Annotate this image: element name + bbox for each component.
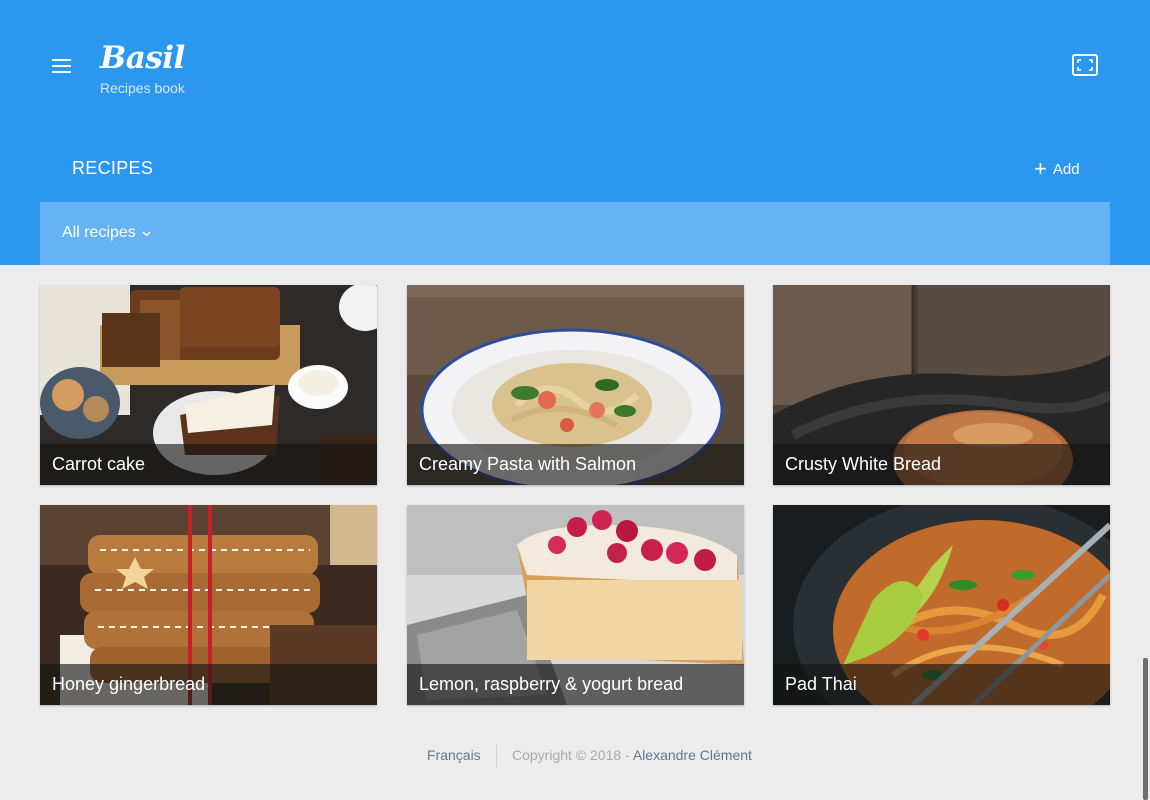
- recipe-card-creamy-pasta[interactable]: Creamy Pasta with Salmon: [407, 285, 744, 485]
- recipe-caption: Carrot cake: [40, 444, 377, 485]
- recipe-title: Pad Thai: [785, 674, 857, 694]
- recipe-card-pad-thai[interactable]: Pad Thai: [773, 505, 1110, 705]
- footer-divider: [496, 745, 497, 767]
- app-header: Basil Recipes book RECIPES + Add All rec…: [0, 0, 1150, 265]
- recipe-caption: Crusty White Bread: [773, 444, 1110, 485]
- recipe-caption: Honey gingerbread: [40, 664, 377, 705]
- plus-icon: +: [1034, 156, 1047, 181]
- recipe-caption: Lemon, raspberry & yogurt bread: [407, 664, 744, 705]
- author-link[interactable]: Alexandre Clément: [633, 747, 752, 763]
- fullscreen-icon[interactable]: [1072, 54, 1098, 76]
- recipe-card-honey-gingerbread[interactable]: Honey gingerbread: [40, 505, 377, 705]
- recipe-title: Honey gingerbread: [52, 674, 206, 694]
- page-title: RECIPES: [72, 158, 154, 178]
- add-recipe-button[interactable]: + Add: [1034, 158, 1080, 180]
- chevron-down-icon: [142, 229, 151, 240]
- filter-bar: All recipes: [40, 202, 1110, 265]
- recipe-title: Carrot cake: [52, 454, 146, 474]
- category-filter-select[interactable]: All recipes: [62, 224, 151, 242]
- recipe-card-lemon-raspberry-bread[interactable]: Lemon, raspberry & yogurt bread: [407, 505, 744, 705]
- recipe-caption: Creamy Pasta with Salmon: [407, 444, 744, 485]
- page-scrollbar[interactable]: [1143, 658, 1148, 800]
- recipe-caption: Pad Thai: [773, 664, 1110, 705]
- add-label: Add: [1052, 160, 1080, 178]
- page-footer: Français Copyright © 2018 - Alexandre Cl…: [0, 745, 1150, 767]
- copyright-text: Copyright © 2018 - Alexandre Clément: [512, 747, 752, 763]
- brand-subtitle: Recipes book: [100, 80, 185, 96]
- recipe-card-carrot-cake[interactable]: Carrot cake: [40, 285, 377, 485]
- recipe-title: Lemon, raspberry & yogurt bread: [419, 674, 684, 694]
- hamburger-icon[interactable]: [52, 58, 72, 74]
- recipe-title: Crusty White Bread: [785, 454, 942, 474]
- recipe-title: Creamy Pasta with Salmon: [419, 454, 637, 474]
- recipe-card-crusty-white-bread[interactable]: Crusty White Bread: [773, 285, 1110, 485]
- copyright-label: Copyright © 2018 -: [512, 747, 630, 763]
- brand-title: Basil: [100, 40, 185, 76]
- app-root: Basil Recipes book RECIPES + Add All rec…: [0, 0, 1150, 800]
- filter-selected-value: All recipes: [62, 224, 136, 241]
- language-switch-link[interactable]: Français: [427, 747, 481, 763]
